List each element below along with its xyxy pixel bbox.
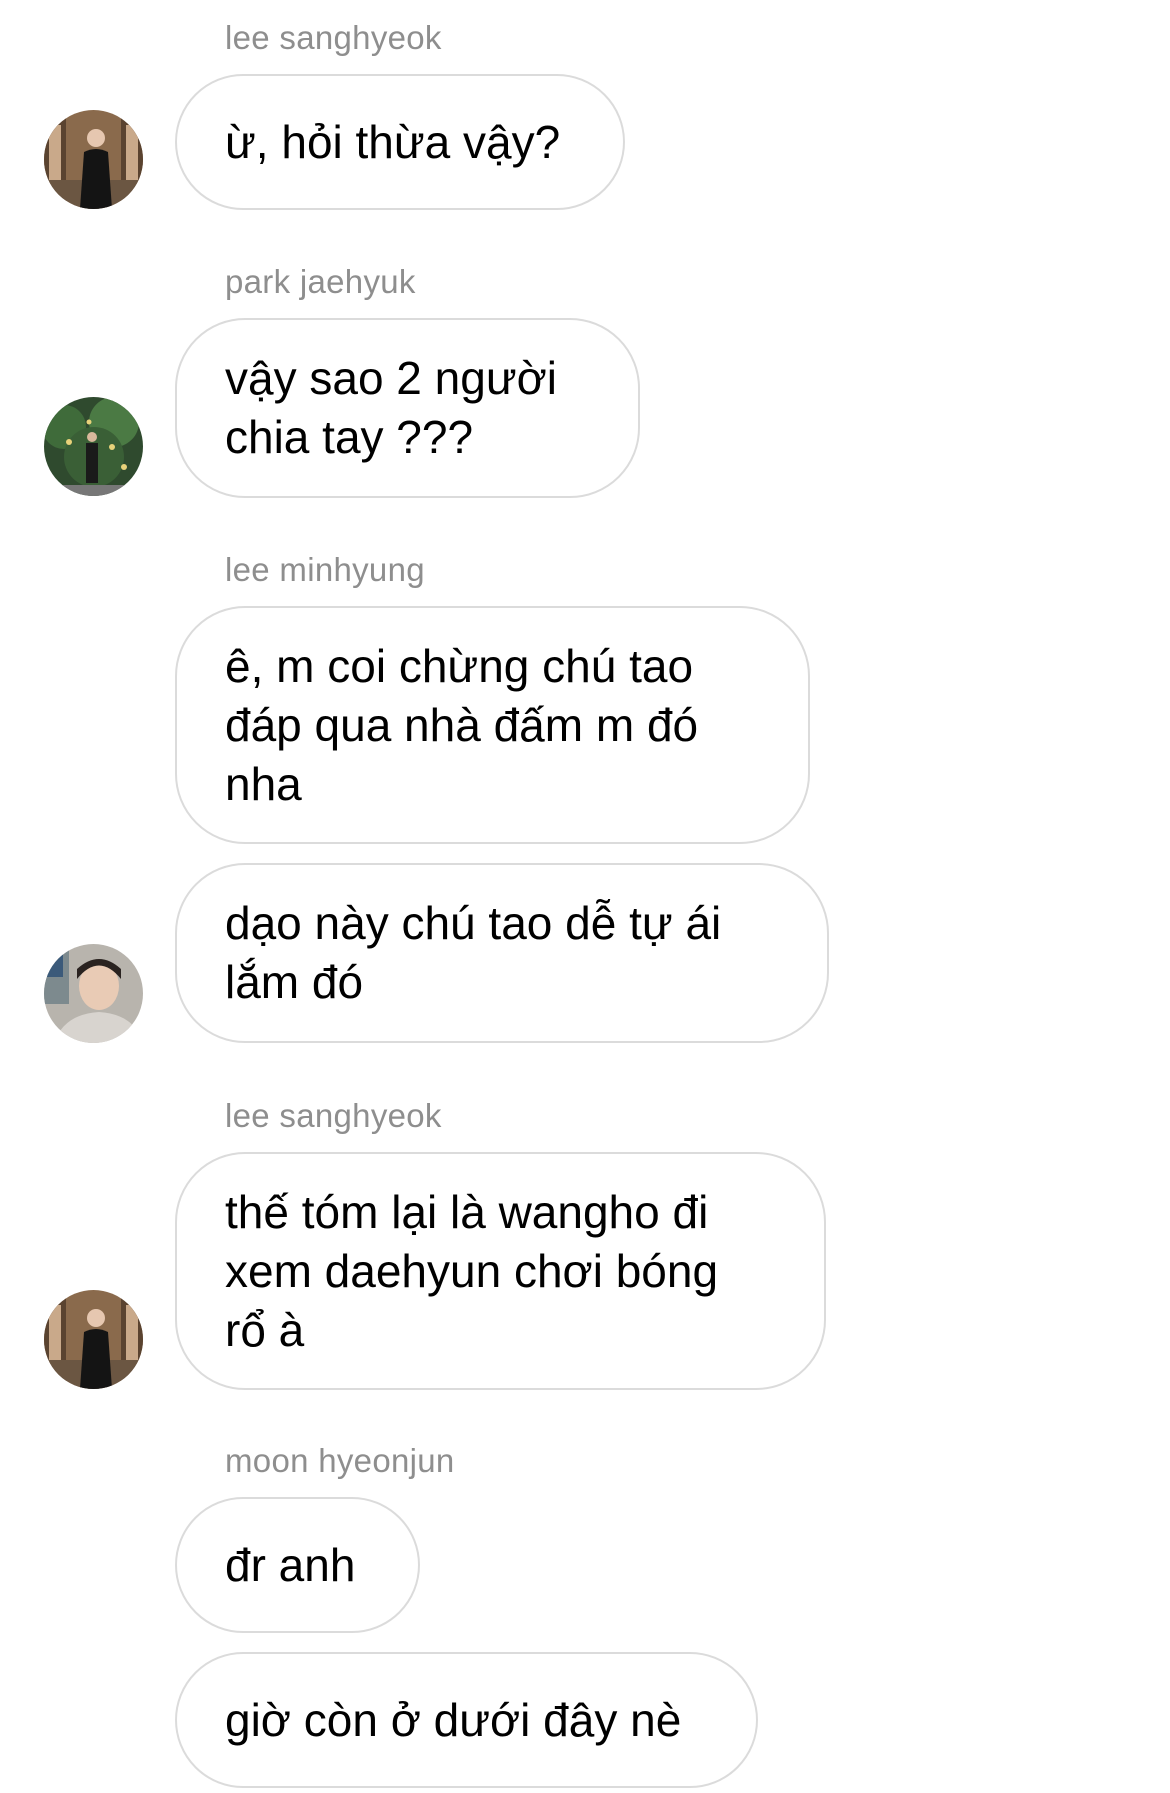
avatar-lee-sanghyeok[interactable] xyxy=(44,110,143,209)
message-text: lắm đó xyxy=(225,956,364,1008)
sender-name: lee sanghyeok xyxy=(225,1097,442,1134)
message-bubble[interactable]: ừ, hỏi thừa vậy? xyxy=(175,74,625,210)
avatar-park-jaehyuk[interactable] xyxy=(44,397,143,496)
message-text: nha xyxy=(225,757,302,810)
message-bubble[interactable]: giờ còn ở dưới đây nè xyxy=(175,1652,758,1788)
sender-name: moon hyeonjun xyxy=(225,1442,455,1479)
message-bubble[interactable]: ê, m coi chừng chú tao đáp qua nhà đấm m… xyxy=(175,606,810,844)
message-text: đr anh xyxy=(225,1538,356,1591)
message-text: ê, m coi chừng chú tao xyxy=(225,639,694,692)
avatar-lee-sanghyeok[interactable] xyxy=(44,1290,143,1389)
message-bubble[interactable]: vậy sao 2 người chia tay ??? xyxy=(175,318,640,498)
message-text: ừ, hỏi thừa vậy? xyxy=(225,115,561,168)
avatar-lee-minhyung[interactable] xyxy=(44,944,143,1043)
message-text: thế tóm lại là wangho đi xyxy=(225,1185,709,1238)
message-text: đáp qua nhà đấm m đó xyxy=(225,698,699,751)
message-bubble[interactable]: thế tóm lại là wangho đi xem daehyun chơ… xyxy=(175,1152,826,1390)
message-text: dạo này chú tao dễ tự ái xyxy=(225,897,722,949)
message-text: rổ à xyxy=(225,1303,305,1356)
message-text: xem daehyun chơi bóng xyxy=(225,1244,719,1297)
message-text: vậy sao 2 người xyxy=(225,352,558,404)
sender-name: lee minhyung xyxy=(225,551,425,588)
sender-name: park jaehyuk xyxy=(225,263,416,300)
message-bubble[interactable]: dạo này chú tao dễ tự ái lắm đó xyxy=(175,863,829,1043)
message-text: giờ còn ở dưới đây nè xyxy=(225,1693,682,1746)
message-bubble[interactable]: đr anh xyxy=(175,1497,420,1633)
message-text: chia tay ??? xyxy=(225,411,474,463)
sender-name: lee sanghyeok xyxy=(225,19,442,56)
